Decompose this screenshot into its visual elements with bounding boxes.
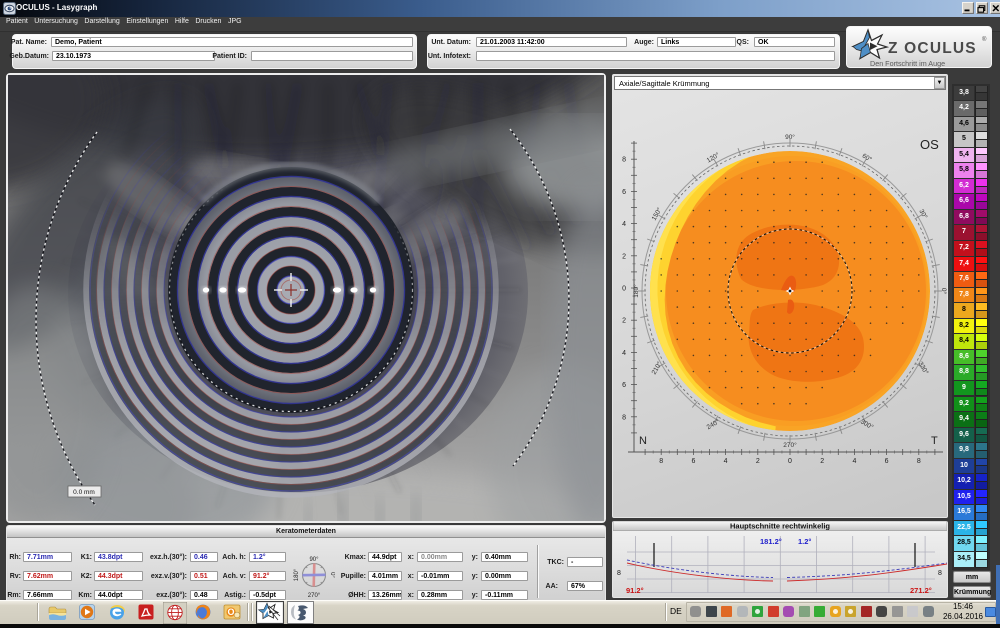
svg-text:300°: 300° — [859, 418, 875, 432]
svg-text:150°: 150° — [650, 206, 664, 222]
svg-text:0: 0 — [788, 458, 792, 465]
svg-text:8: 8 — [622, 157, 626, 164]
svg-text:180°: 180° — [632, 284, 640, 298]
svg-text:8: 8 — [659, 458, 663, 465]
svg-text:6: 6 — [622, 382, 626, 389]
svg-text:0.0 mm: 0.0 mm — [73, 489, 95, 496]
svg-text:270°: 270° — [783, 441, 797, 449]
svg-text:6: 6 — [885, 458, 889, 465]
svg-text:2: 2 — [622, 253, 626, 260]
svg-text:330°: 330° — [917, 360, 931, 376]
svg-text:2: 2 — [622, 318, 626, 325]
svg-text:®: ® — [982, 36, 987, 43]
svg-text:91.2°: 91.2° — [626, 586, 644, 595]
svg-text:0°: 0° — [940, 288, 947, 295]
svg-text:4: 4 — [622, 221, 626, 228]
svg-text:N: N — [639, 435, 647, 447]
svg-text:8: 8 — [938, 570, 942, 577]
svg-text:4: 4 — [724, 458, 728, 465]
svg-text:8: 8 — [917, 458, 921, 465]
svg-text:OS: OS — [920, 137, 939, 152]
svg-text:T: T — [931, 435, 938, 447]
svg-text:6: 6 — [622, 189, 626, 196]
svg-text:120°: 120° — [705, 151, 721, 165]
svg-text:8: 8 — [622, 414, 626, 421]
svg-text:210°: 210° — [650, 360, 664, 376]
svg-text:2: 2 — [756, 458, 760, 465]
svg-text:90°: 90° — [785, 133, 795, 141]
svg-text:4: 4 — [622, 350, 626, 357]
svg-text:O: O — [227, 607, 234, 617]
svg-text:8: 8 — [617, 570, 621, 577]
svg-text:4: 4 — [852, 458, 856, 465]
svg-text:Den Fortschritt im Auge: Den Fortschritt im Auge — [870, 59, 945, 68]
svg-text:Z OCULUS: Z OCULUS — [888, 40, 977, 57]
svg-text:90°: 90° — [309, 557, 319, 563]
svg-text:6: 6 — [691, 458, 695, 465]
svg-text:271.2°: 271.2° — [910, 586, 932, 595]
svg-text:Hauptschnitte rechtwinkelig: Hauptschnitte rechtwinkelig — [730, 522, 830, 531]
svg-text:0°: 0° — [329, 572, 335, 578]
svg-text:180°: 180° — [294, 568, 300, 581]
svg-text:2: 2 — [820, 458, 824, 465]
svg-text:1.2°: 1.2° — [798, 537, 811, 546]
svg-text:181.2°: 181.2° — [760, 537, 782, 546]
svg-text:270°: 270° — [308, 593, 321, 598]
svg-text:0: 0 — [622, 286, 626, 293]
svg-text:240°: 240° — [705, 417, 721, 431]
